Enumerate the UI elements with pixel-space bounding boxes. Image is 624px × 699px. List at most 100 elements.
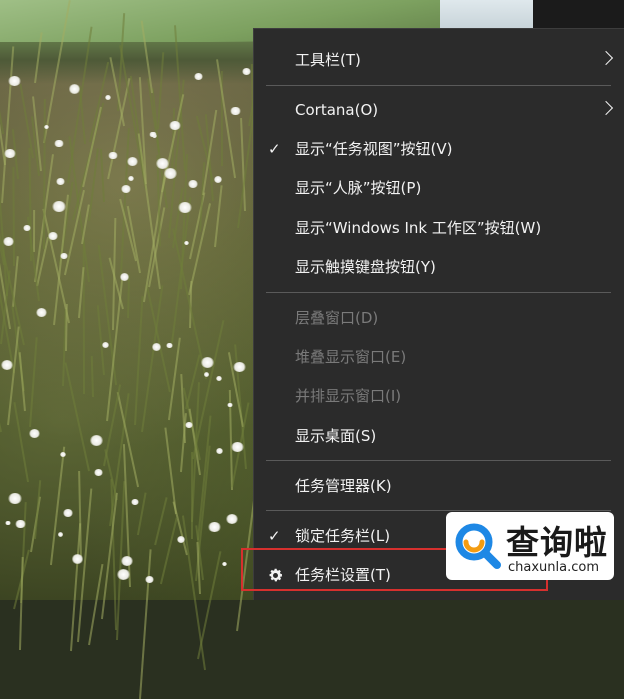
cotton-grass-tuft [60, 452, 67, 458]
cotton-grass-tuft [43, 124, 49, 129]
grass-blade [153, 496, 168, 546]
cotton-grass-tuft [5, 520, 11, 526]
cotton-grass-tuft [57, 532, 64, 537]
cotton-grass-tuft [36, 307, 48, 317]
menu-item-stacked-windows: 堆叠显示窗口(E) [254, 338, 624, 377]
menu-separator [266, 510, 611, 511]
grass-blade [49, 446, 65, 565]
cotton-grass-tuft [60, 253, 68, 260]
cotton-grass-tuft [108, 151, 118, 160]
cotton-grass-tuft [231, 441, 245, 453]
menu-item-label: 显示“任务视图”按钮(V) [295, 140, 453, 158]
cotton-grass-tuft [155, 157, 170, 169]
grass-blade [18, 352, 27, 412]
menu-item-label: 显示“Windows Ink 工作区”按钮(W) [295, 219, 542, 237]
cotton-grass-tuft [145, 575, 155, 583]
grass-blade [13, 401, 29, 482]
cotton-grass-tuft [117, 569, 131, 580]
watermark-logo: 查询啦 chaxunla.com [446, 512, 614, 580]
menu-item-show-desktop[interactable]: 显示桌面(S) [254, 417, 624, 456]
cotton-grass-tuft [208, 522, 221, 533]
cotton-grass-tuft [14, 519, 26, 529]
grass-blade [100, 149, 106, 202]
chevron-right-icon [598, 50, 614, 66]
cotton-grass-tuft [93, 468, 103, 477]
menu-separator [266, 460, 611, 461]
cotton-grass-tuft [68, 84, 81, 94]
watermark-url: chaxunla.com [508, 560, 599, 575]
grass-blade [214, 185, 223, 248]
cotton-grass-tuft [176, 536, 186, 543]
cotton-grass-tuft [242, 68, 252, 76]
watermark-text: 查询啦 [506, 523, 608, 562]
cotton-grass-tuft [56, 177, 66, 185]
cotton-grass-tuft [215, 448, 223, 455]
cotton-grass-tuft [188, 180, 198, 188]
cotton-grass-tuft [233, 362, 246, 373]
cotton-grass-tuft [131, 498, 139, 505]
grass-blade [156, 52, 165, 130]
grass-blade [89, 61, 110, 143]
search-magnifier-logo-icon [455, 523, 501, 569]
cotton-grass-tuft [165, 342, 173, 349]
grass-blade [12, 166, 16, 267]
menu-item-show-task-view-button[interactable]: ✓ 显示“任务视图”按钮(V) [254, 130, 624, 169]
cotton-grass-tuft [52, 201, 66, 213]
grass-blade [65, 304, 69, 351]
menu-item-show-people-button[interactable]: 显示“人脉”按钮(P) [254, 169, 624, 208]
cotton-grass-tuft [149, 131, 157, 138]
grass-blade [19, 556, 24, 650]
menu-item-show-windows-ink-button[interactable]: 显示“Windows Ink 工作区”按钮(W) [254, 209, 624, 248]
cotton-grass-tuft [1, 360, 14, 370]
cotton-grass-tuft [227, 402, 234, 408]
grass-blade [33, 209, 36, 252]
checkmark-icon: ✓ [268, 140, 281, 158]
grass-blade [216, 59, 237, 179]
cotton-grass-tuft [169, 120, 181, 130]
cotton-grass-tuft [8, 493, 23, 505]
menu-separator [266, 85, 611, 86]
cotton-grass-tuft [119, 273, 129, 281]
grass-blade [42, 99, 46, 250]
cotton-grass-tuft [225, 513, 239, 524]
grass-blade [181, 515, 206, 671]
grass-blade [0, 372, 3, 432]
menu-item-label: 堆叠显示窗口(E) [295, 348, 407, 366]
cotton-grass-tuft [177, 202, 192, 214]
cotton-grass-tuft [63, 509, 73, 517]
grass-blade [105, 275, 124, 422]
menu-item-label: 工具栏(T) [295, 51, 361, 69]
grass-blade [81, 106, 102, 188]
menu-item-toolbars[interactable]: 工具栏(T) [254, 41, 624, 80]
cotton-grass-tuft [105, 94, 112, 100]
menu-item-show-touch-keyboard-button[interactable]: 显示触摸键盘按钮(Y) [254, 248, 624, 287]
grass-blade [34, 479, 42, 539]
grass-blade [96, 304, 105, 375]
cotton-grass-tuft [28, 429, 40, 439]
cotton-grass-tuft [230, 106, 241, 116]
wallpaper-sky [440, 0, 535, 30]
menu-item-label: 显示桌面(S) [295, 427, 377, 445]
chevron-right-icon [598, 100, 614, 116]
cotton-grass-tuft [193, 72, 204, 81]
menu-item-cortana[interactable]: Cortana(O) [254, 91, 624, 130]
grass-blade [64, 362, 90, 471]
cotton-grass-tuft [2, 236, 15, 246]
menu-item-task-manager[interactable]: 任务管理器(K) [254, 467, 624, 506]
menu-item-label: 任务管理器(K) [295, 477, 392, 495]
menu-item-label: Cortana(O) [295, 101, 379, 119]
cotton-grass-tuft [71, 554, 84, 564]
cotton-grass-tuft [102, 341, 110, 348]
wallpaper-corner [533, 0, 624, 28]
cotton-grass-tuft [48, 232, 58, 241]
menu-item-label: 并排显示窗口(I) [295, 387, 402, 405]
menu-item-side-by-side-windows: 并排显示窗口(I) [254, 377, 624, 416]
cotton-grass-tuft [120, 556, 134, 567]
cotton-grass-tuft [120, 185, 131, 194]
grass-blade [90, 355, 94, 397]
menu-item-label: 显示触摸键盘按钮(Y) [295, 258, 436, 276]
cotton-grass-tuft [184, 241, 190, 246]
cotton-grass-tuft [126, 157, 138, 166]
grass-blade [136, 492, 147, 536]
cotton-grass-tuft [127, 176, 134, 181]
